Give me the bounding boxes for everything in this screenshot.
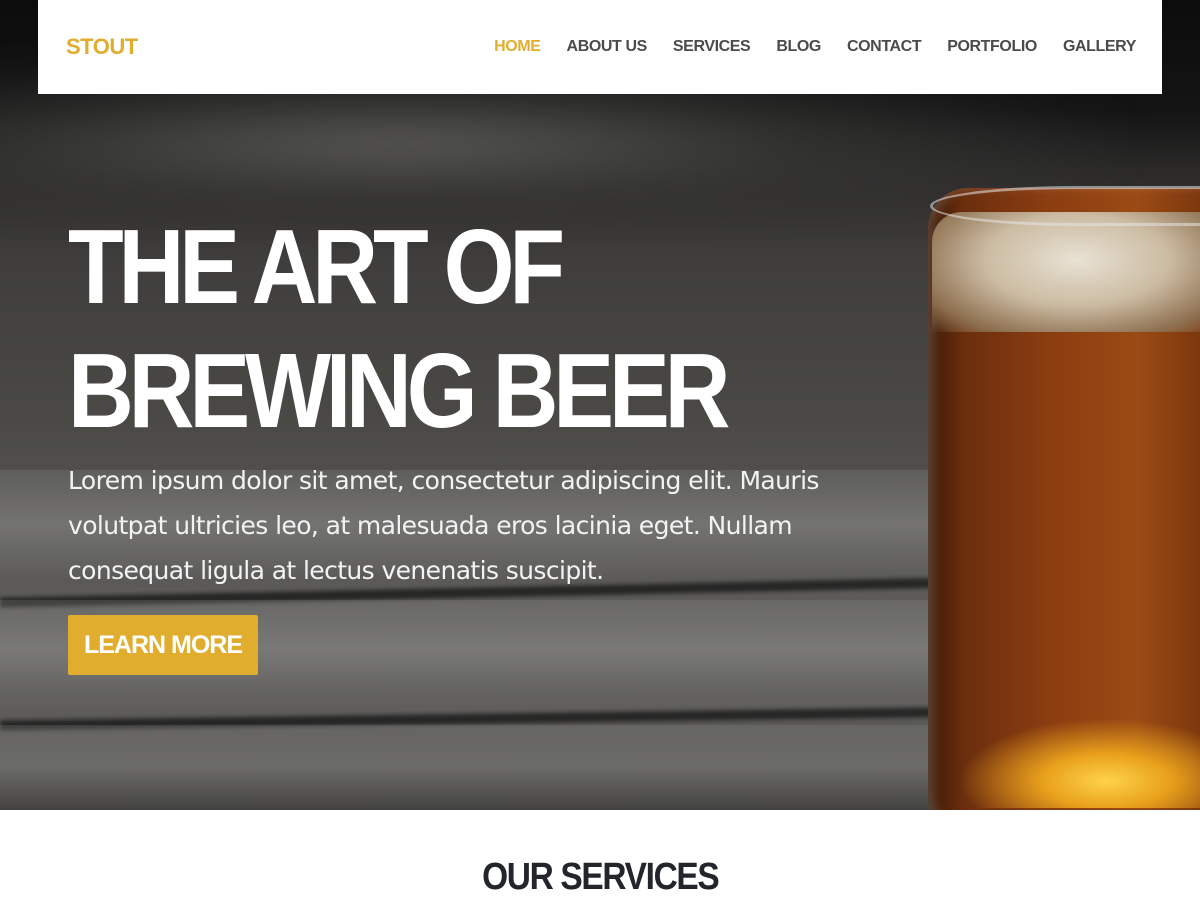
learn-more-button[interactable]: LEARN MORE	[68, 615, 258, 675]
hero-description: Lorem ipsum dolor sit amet, consectetur …	[68, 466, 819, 585]
navbar: STOUT HOME ABOUT US SERVICES BLOG CONTAC…	[38, 0, 1162, 94]
nav-link-about-us[interactable]: ABOUT US	[567, 38, 648, 56]
beer-foam	[932, 212, 1200, 332]
hero-title-line-1: THE ART OF	[68, 208, 565, 326]
nav-link-blog[interactable]: BLOG	[776, 38, 821, 56]
hero-content: THE ART OF BREWING BEER Lorem ipsum dolo…	[68, 205, 828, 675]
nav-link-contact[interactable]: CONTACT	[847, 38, 922, 56]
nav-link-services[interactable]: SERVICES	[673, 38, 751, 56]
main-nav: HOME ABOUT US SERVICES BLOG CONTACT PORT…	[468, 38, 1136, 56]
nav-link-home[interactable]: HOME	[494, 38, 541, 56]
glass-rim	[930, 186, 1200, 226]
hero-title: THE ART OF BREWING BEER	[68, 205, 730, 453]
nav-link-gallery[interactable]: GALLERY	[1063, 38, 1136, 56]
brand-logo[interactable]: STOUT	[66, 34, 138, 60]
services-section: OUR SERVICES	[0, 810, 1200, 900]
services-title: OUR SERVICES	[481, 856, 720, 898]
nav-link-portfolio[interactable]: PORTFOLIO	[947, 38, 1037, 56]
hero-section: THE ART OF BREWING BEER Lorem ipsum dolo…	[0, 0, 1200, 810]
hero-title-line-2: BREWING BEER	[68, 332, 730, 450]
